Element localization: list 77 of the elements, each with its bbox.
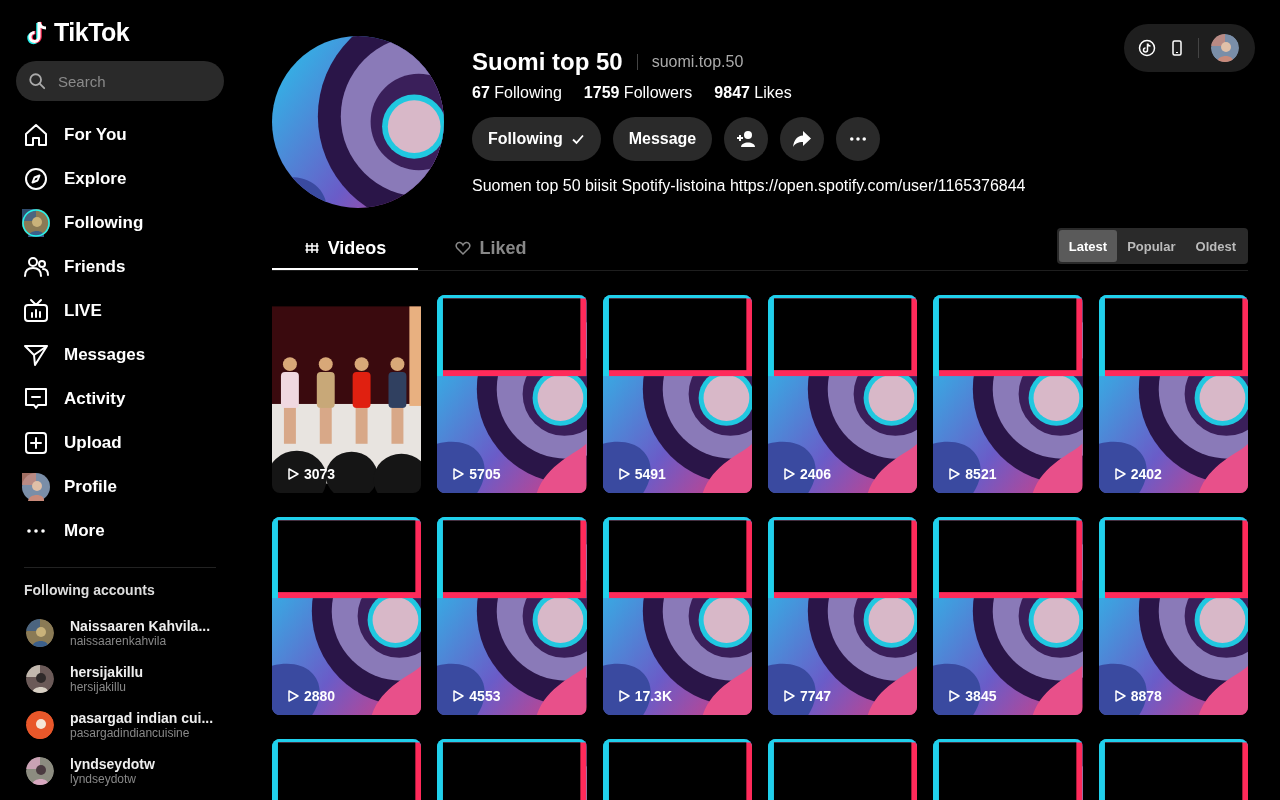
search-field[interactable]: Search: [56, 71, 210, 91]
view-count: 5491: [616, 466, 666, 482]
view-count: 17.3K: [616, 688, 672, 704]
more-icon: [27, 529, 45, 533]
account-item[interactable]: lyndseydotw lyndseydotw: [16, 748, 224, 794]
nav-item[interactable]: Messages: [16, 333, 224, 377]
play-icon: [616, 689, 631, 703]
sort-option[interactable]: Latest: [1058, 230, 1118, 262]
heart-icon: [455, 240, 472, 256]
nav-item[interactable]: Following: [16, 201, 224, 245]
account-name: lyndseydotw: [70, 756, 155, 772]
play-icon: [286, 467, 300, 481]
home-icon: [22, 121, 50, 149]
play-icon: [1112, 467, 1127, 481]
nav-item[interactable]: For You: [16, 113, 224, 157]
person-plus-icon: [735, 128, 758, 150]
tab[interactable]: Liked: [418, 228, 564, 270]
compass-icon: [22, 165, 50, 193]
account-handle: hersijakillu: [70, 680, 128, 694]
search-icon: [28, 72, 46, 90]
nav-item[interactable]: More: [16, 509, 224, 553]
view-count: 8521: [947, 466, 997, 482]
share-button[interactable]: [780, 117, 825, 161]
view-count: 4553: [451, 688, 501, 704]
following-button[interactable]: Following: [472, 117, 601, 161]
view-count: 2880: [286, 688, 336, 704]
account-handle: pasargadindiancuisine: [70, 726, 191, 740]
account-name: pasargad indian cui...: [70, 710, 214, 726]
add-friend-button[interactable]: [724, 117, 769, 161]
view-count: 7747: [782, 688, 832, 704]
nav-item[interactable]: LIVE: [16, 289, 224, 333]
play-icon: [616, 467, 631, 481]
check-icon: [570, 132, 585, 146]
play-icon: [782, 689, 796, 703]
play-icon: [286, 689, 300, 703]
view-count: 3845: [947, 688, 997, 704]
profile-handle: suomi.top.50: [651, 53, 744, 71]
sort-option[interactable]: Oldest: [1185, 230, 1246, 262]
view-count: 5705: [451, 466, 501, 482]
add-icon: [22, 429, 50, 457]
account-name: hersijakillu: [70, 664, 144, 680]
nav-item[interactable]: Explore: [16, 157, 224, 201]
play-icon: [451, 689, 466, 703]
section-title: Following accounts: [24, 582, 156, 598]
account-handle: lyndseydotw: [70, 772, 138, 786]
profile-name: Suomi top 50: [472, 48, 623, 76]
more-icon: [850, 137, 867, 141]
view-count: 8878: [1112, 688, 1162, 704]
account-name: Naissaaren Kahvila...: [70, 618, 211, 634]
stat-text: 9847 Likes: [714, 84, 792, 102]
view-count: 2406: [782, 466, 832, 482]
account-item[interactable]: pasargad indian cui... pasargadindiancuisine: [16, 702, 224, 748]
play-icon: [947, 689, 962, 703]
nav-item[interactable]: Activity: [16, 377, 224, 421]
logo-text[interactable]: TikTok: [54, 18, 130, 47]
stat-text: 1759 Followers: [583, 84, 693, 102]
message-button[interactable]: Message: [612, 117, 713, 161]
view-count: 2402: [1112, 466, 1162, 482]
nav-item[interactable]: Upload: [16, 421, 224, 465]
stat-text: 67 Following: [472, 84, 562, 102]
tab[interactable]: Videos: [272, 228, 418, 270]
nav-item[interactable]: Profile: [16, 465, 224, 509]
profile-bio: Suomen top 50 biisit Spotify-listoina https://open.spotify.com/user/1165376844: [472, 177, 1026, 195]
play-icon: [1112, 689, 1127, 703]
tv-icon: [22, 297, 50, 325]
view-count: 3073: [286, 466, 336, 482]
play-icon: [947, 467, 962, 481]
sort-option[interactable]: Popular: [1117, 230, 1186, 262]
account-handle: naissaarenkahvila: [70, 634, 168, 648]
account-item[interactable]: hersijakillu hersijakillu: [16, 656, 224, 702]
play-icon: [451, 467, 466, 481]
grid-lines-icon: [303, 240, 320, 256]
nav-item[interactable]: Friends: [16, 245, 224, 289]
account-item[interactable]: Naissaaren Kahvila... naissaarenkahvila: [16, 610, 224, 656]
search-bar[interactable]: Search: [16, 61, 224, 101]
play-icon: [782, 467, 796, 481]
music-note-icon[interactable]: [1138, 39, 1156, 57]
